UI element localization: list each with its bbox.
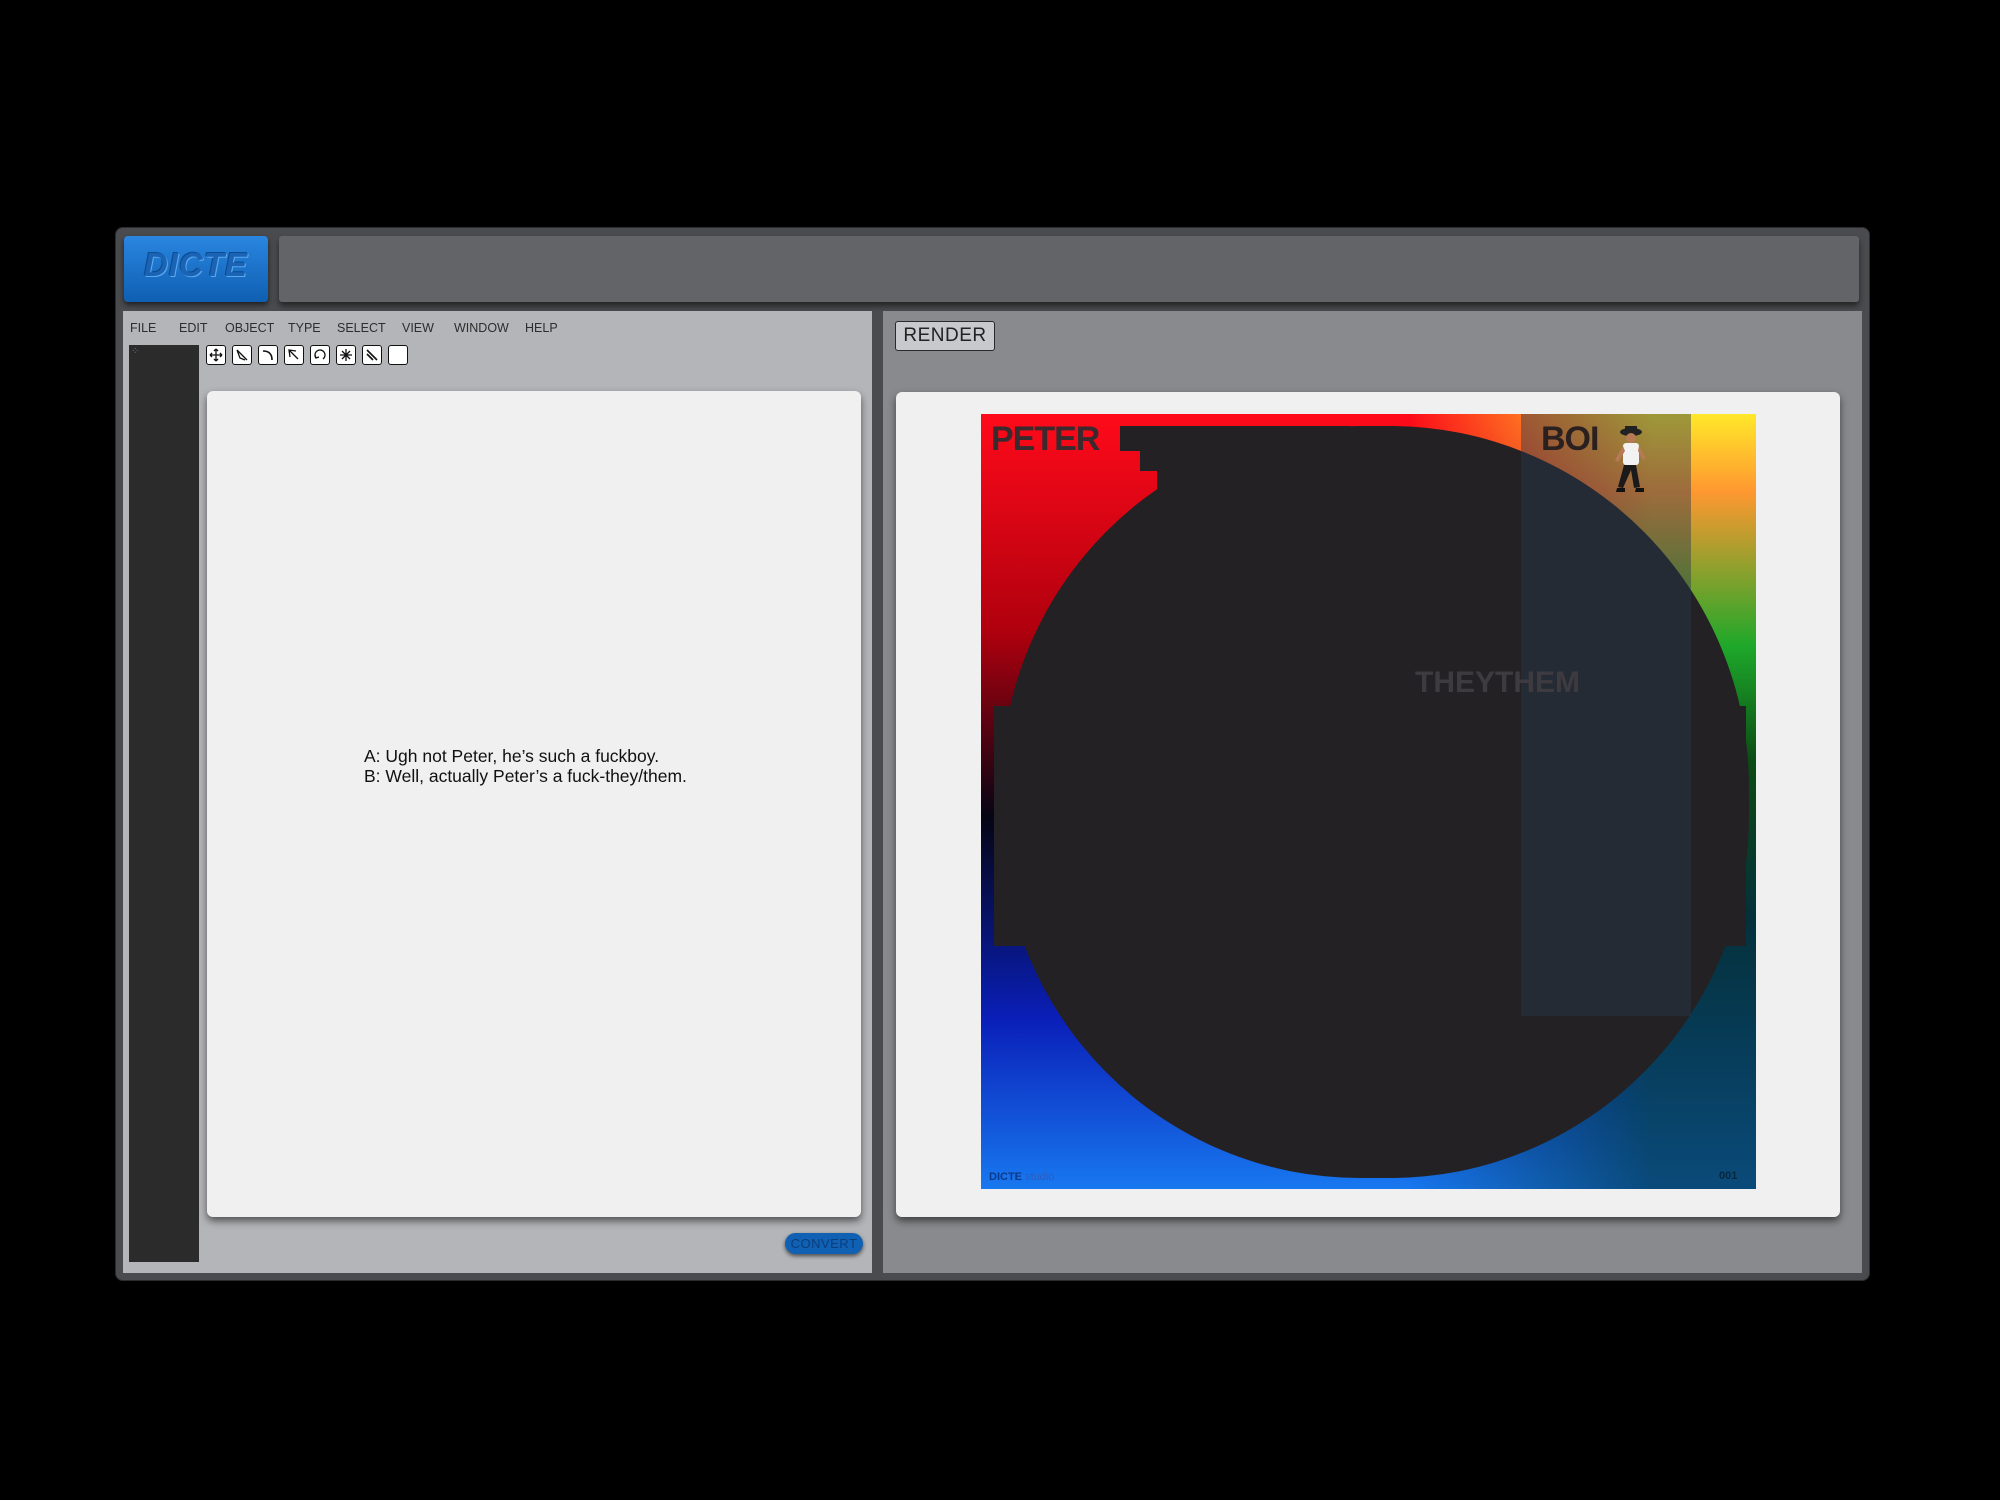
menu-bar: FILE EDIT OBJECT TYPE SELECT VIEW WINDOW… bbox=[123, 311, 872, 341]
menu-select[interactable]: SELECT bbox=[337, 321, 386, 335]
editor-content[interactable]: A: Ugh not Peter, he’s such a fuckboy. B… bbox=[364, 746, 687, 786]
logo-text: DICTE bbox=[144, 246, 248, 283]
dialogue-line-a: A: Ugh not Peter, he’s such a fuckboy. bbox=[364, 746, 660, 766]
preview-canvas: PETER BOI THEYTHEM DICTE studio 001 bbox=[896, 392, 1840, 1217]
rotate-icon[interactable] bbox=[310, 345, 330, 365]
poster-step bbox=[1140, 451, 1330, 471]
poster-word-boi: BOI bbox=[1541, 420, 1599, 458]
direct-select-icon[interactable] bbox=[284, 345, 304, 365]
text-editor[interactable]: A: Ugh not Peter, he’s such a fuckboy. B… bbox=[207, 391, 861, 1217]
render-button[interactable]: RENDER bbox=[895, 321, 995, 351]
knife-icon[interactable] bbox=[362, 345, 382, 365]
poster-footer-number: 001 bbox=[1719, 1170, 1738, 1182]
menu-object[interactable]: OBJECT bbox=[225, 321, 274, 335]
editor-pane: FILE EDIT OBJECT TYPE SELECT VIEW WINDOW… bbox=[123, 311, 872, 1273]
poster-footer-brand: DICTE studio bbox=[989, 1171, 1055, 1183]
dialogue-line-b: B: Well, actually Peter’s a fuck-they/th… bbox=[364, 766, 687, 786]
poster-figure-image bbox=[1615, 426, 1646, 492]
pen-icon[interactable] bbox=[232, 345, 252, 365]
layers-sidebar[interactable]: ⁘ bbox=[129, 345, 199, 1262]
curve-icon[interactable] bbox=[258, 345, 278, 365]
pane-divider[interactable] bbox=[872, 311, 883, 1273]
menu-file[interactable]: FILE bbox=[130, 321, 156, 335]
blank-icon[interactable] bbox=[388, 345, 408, 365]
menu-window[interactable]: WINDOW bbox=[454, 321, 509, 335]
poster-word-theythem: THEYTHEM bbox=[1415, 666, 1580, 699]
poster-block bbox=[994, 706, 1294, 946]
menu-edit[interactable]: EDIT bbox=[179, 321, 207, 335]
menu-help[interactable]: HELP bbox=[525, 321, 558, 335]
top-bar[interactable] bbox=[279, 236, 1859, 302]
sparkle-icon[interactable] bbox=[336, 345, 356, 365]
convert-button[interactable]: CONVERT bbox=[785, 1233, 863, 1254]
poster-step bbox=[1157, 471, 1317, 489]
move-icon[interactable] bbox=[206, 345, 226, 365]
render-pane: RENDER PETER BOI THEYTHEM DICTE studio 0… bbox=[883, 311, 1862, 1273]
poster-word-peter: PETER bbox=[991, 420, 1100, 458]
grip-icon[interactable]: ⁘ bbox=[131, 347, 141, 357]
poster-artwork: PETER BOI THEYTHEM DICTE studio 001 bbox=[981, 414, 1756, 1189]
poster-step bbox=[1120, 426, 1350, 451]
menu-type[interactable]: TYPE bbox=[288, 321, 321, 335]
menu-view[interactable]: VIEW bbox=[402, 321, 434, 335]
app-logo[interactable]: DICTE bbox=[124, 236, 268, 302]
app-window: DICTE FILE EDIT OBJECT TYPE SELECT VIEW … bbox=[115, 227, 1870, 1281]
